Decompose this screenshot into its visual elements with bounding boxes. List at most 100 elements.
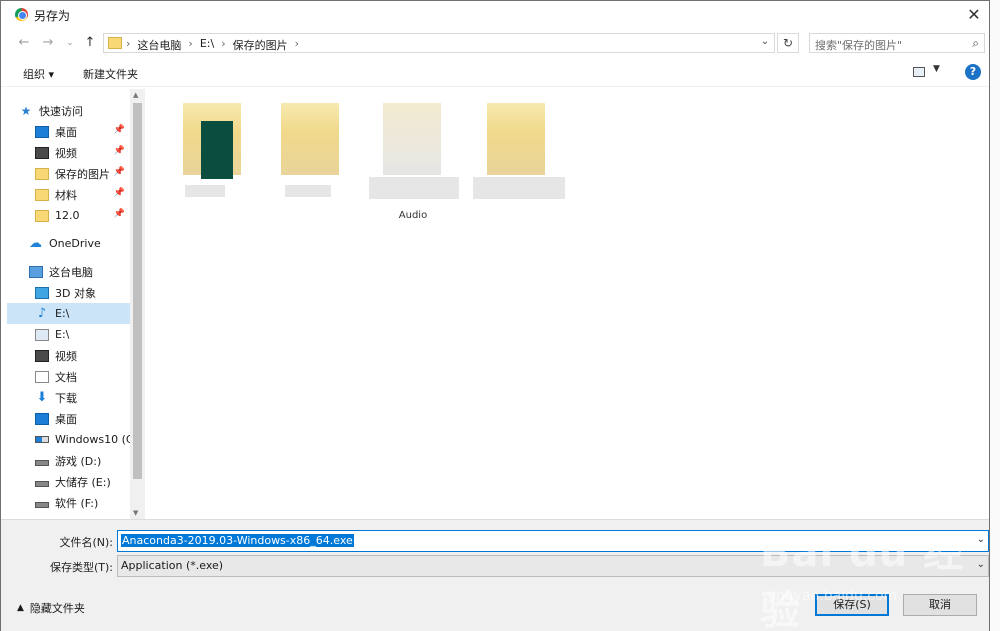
type-label: 保存类型(T): bbox=[49, 561, 113, 574]
blurred-caption bbox=[185, 185, 225, 197]
nav-label: 快速访问 bbox=[39, 104, 83, 118]
chevron-up-icon: ▲ bbox=[17, 603, 24, 613]
nav-label: E:\ bbox=[55, 328, 70, 341]
recent-dropdown-icon[interactable]: ⌄ bbox=[61, 34, 79, 52]
nav-item-saved-pictures[interactable]: 保存的图片 📌 bbox=[35, 163, 129, 184]
title-bar: 另存为 ✕ bbox=[1, 1, 989, 28]
nav-item-e-music[interactable]: ♪ E:\ bbox=[7, 303, 130, 324]
baidu-watermark: Bai du 经验 bbox=[760, 530, 965, 631]
folder-icon bbox=[35, 188, 49, 201]
file-item[interactable] bbox=[173, 93, 253, 213]
chevron-right-icon: › bbox=[221, 37, 226, 50]
nav-quick-access[interactable]: ★ 快速访问 bbox=[19, 100, 141, 121]
nav-item-12[interactable]: 12.0 📌 bbox=[35, 205, 129, 226]
chevron-down-icon[interactable]: ⌄ bbox=[758, 36, 772, 50]
forward-arrow-icon[interactable]: → bbox=[39, 34, 57, 52]
nav-label: Windows10 (C: bbox=[55, 433, 138, 446]
folder-thumbnail bbox=[487, 103, 545, 175]
close-button[interactable]: ✕ bbox=[959, 1, 989, 28]
nav-item-documents[interactable]: 文档 bbox=[35, 366, 129, 387]
nav-item-e-pictures[interactable]: E:\ bbox=[35, 324, 129, 345]
nav-label: 文档 bbox=[55, 370, 77, 384]
music-icon: ♪ bbox=[37, 305, 47, 321]
nav-item-video[interactable]: 视频 📌 bbox=[35, 142, 129, 163]
blurred-caption bbox=[285, 185, 331, 197]
file-item[interactable] bbox=[473, 93, 565, 213]
back-arrow-icon[interactable]: ← bbox=[15, 34, 33, 52]
view-options-icon[interactable] bbox=[913, 67, 925, 77]
pin-icon[interactable]: 📌 bbox=[114, 188, 125, 198]
windows-drive-icon bbox=[35, 436, 49, 443]
nav-item-drive-e[interactable]: 大储存 (E:) bbox=[35, 471, 129, 492]
cloud-icon: ☁ bbox=[29, 235, 42, 251]
chevron-down-icon[interactable]: ▼ bbox=[133, 509, 138, 517]
nav-item-desktop[interactable]: 桌面 bbox=[35, 408, 129, 429]
nav-item-video[interactable]: 视频 bbox=[35, 345, 129, 366]
pin-icon[interactable]: 📌 bbox=[114, 209, 125, 219]
download-icon: ⬇ bbox=[36, 389, 48, 405]
star-icon: ★ bbox=[20, 103, 32, 118]
folder-thumbnail bbox=[183, 103, 241, 179]
search-input[interactable]: 搜索"保存的图片" ⌕ bbox=[809, 33, 985, 53]
file-list: Audio bbox=[147, 89, 989, 519]
search-placeholder: 搜索"保存的图片" bbox=[815, 39, 903, 52]
nav-label: 3D 对象 bbox=[55, 286, 96, 300]
chevron-right-icon: › bbox=[188, 37, 193, 50]
pin-icon[interactable]: 📌 bbox=[114, 125, 125, 135]
file-item[interactable]: Audio bbox=[369, 93, 459, 221]
filename-value: Anaconda3-2019.03-Windows-x86_64.exe bbox=[121, 534, 354, 547]
pin-icon[interactable]: 📌 bbox=[114, 167, 125, 177]
up-arrow-icon[interactable]: ↑ bbox=[81, 34, 99, 52]
scrollbar-thumb[interactable] bbox=[133, 103, 142, 479]
nav-label: 12.0 bbox=[55, 209, 80, 222]
blurred-caption bbox=[369, 177, 459, 199]
nav-item-desktop[interactable]: 桌面 📌 bbox=[35, 121, 129, 142]
nav-item-3d-objects[interactable]: 3D 对象 bbox=[35, 282, 129, 303]
image-icon bbox=[35, 328, 49, 341]
folder-icon bbox=[108, 37, 122, 49]
address-bar[interactable]: › 这台电脑 › E:\ › 保存的图片 › ⌄ bbox=[103, 33, 775, 53]
anaconda-icon bbox=[201, 121, 233, 179]
new-folder-button[interactable]: 新建文件夹 bbox=[83, 66, 138, 82]
chevron-down-icon[interactable]: ▼ bbox=[933, 64, 940, 74]
video-icon bbox=[35, 349, 49, 362]
breadcrumb-item[interactable]: E:\ bbox=[200, 37, 214, 53]
chevron-right-icon: › bbox=[126, 37, 131, 50]
nav-label: 大储存 (E:) bbox=[55, 475, 111, 489]
desktop-icon bbox=[35, 412, 49, 425]
pin-icon[interactable]: 📌 bbox=[114, 146, 125, 156]
blurred-caption bbox=[473, 177, 565, 199]
nav-item-drive-c[interactable]: Windows10 (C: bbox=[35, 429, 137, 450]
search-icon: ⌕ bbox=[972, 36, 979, 50]
nav-item-drive-d[interactable]: 游戏 (D:) bbox=[35, 450, 129, 471]
nav-label: 视频 bbox=[55, 146, 77, 160]
computer-icon bbox=[29, 265, 43, 278]
nav-item-drive-f[interactable]: 软件 (F:) bbox=[35, 492, 129, 513]
nav-label: 这台电脑 bbox=[49, 265, 93, 279]
help-icon[interactable]: ? bbox=[965, 64, 981, 80]
chevron-right-icon: › bbox=[294, 37, 299, 50]
nav-item-materials[interactable]: 材料 📌 bbox=[35, 184, 129, 205]
folder-icon bbox=[35, 209, 49, 222]
breadcrumb: › 这台电脑 › E:\ › 保存的图片 › bbox=[126, 37, 299, 53]
document-icon bbox=[35, 370, 49, 383]
breadcrumb-item[interactable]: 保存的图片 bbox=[233, 37, 288, 53]
nav-label: 下载 bbox=[55, 391, 77, 405]
breadcrumb-item[interactable]: 这台电脑 bbox=[137, 37, 181, 53]
nav-label: 视频 bbox=[55, 349, 77, 363]
chrome-icon bbox=[15, 8, 28, 21]
nav-onedrive[interactable]: ☁ OneDrive bbox=[29, 233, 129, 254]
nav-label: 游戏 (D:) bbox=[55, 454, 102, 468]
nav-this-pc[interactable]: 这台电脑 bbox=[29, 261, 129, 282]
nav-scrollbar[interactable]: ▲ ▼ bbox=[130, 89, 145, 519]
organize-button[interactable]: 组织 ▾ bbox=[23, 66, 54, 82]
nav-label: OneDrive bbox=[49, 237, 101, 250]
file-item[interactable] bbox=[271, 93, 351, 213]
folder-thumbnail bbox=[281, 103, 339, 175]
nav-item-downloads[interactable]: ⬇ 下载 bbox=[35, 387, 129, 408]
chevron-up-icon[interactable]: ▲ bbox=[133, 91, 138, 99]
refresh-button[interactable]: ↻ bbox=[777, 33, 799, 53]
type-value: Application (*.exe) bbox=[121, 559, 224, 572]
hide-folders-button[interactable]: ▲ 隐藏文件夹 bbox=[17, 600, 85, 616]
nav-label: 桌面 bbox=[55, 125, 77, 139]
